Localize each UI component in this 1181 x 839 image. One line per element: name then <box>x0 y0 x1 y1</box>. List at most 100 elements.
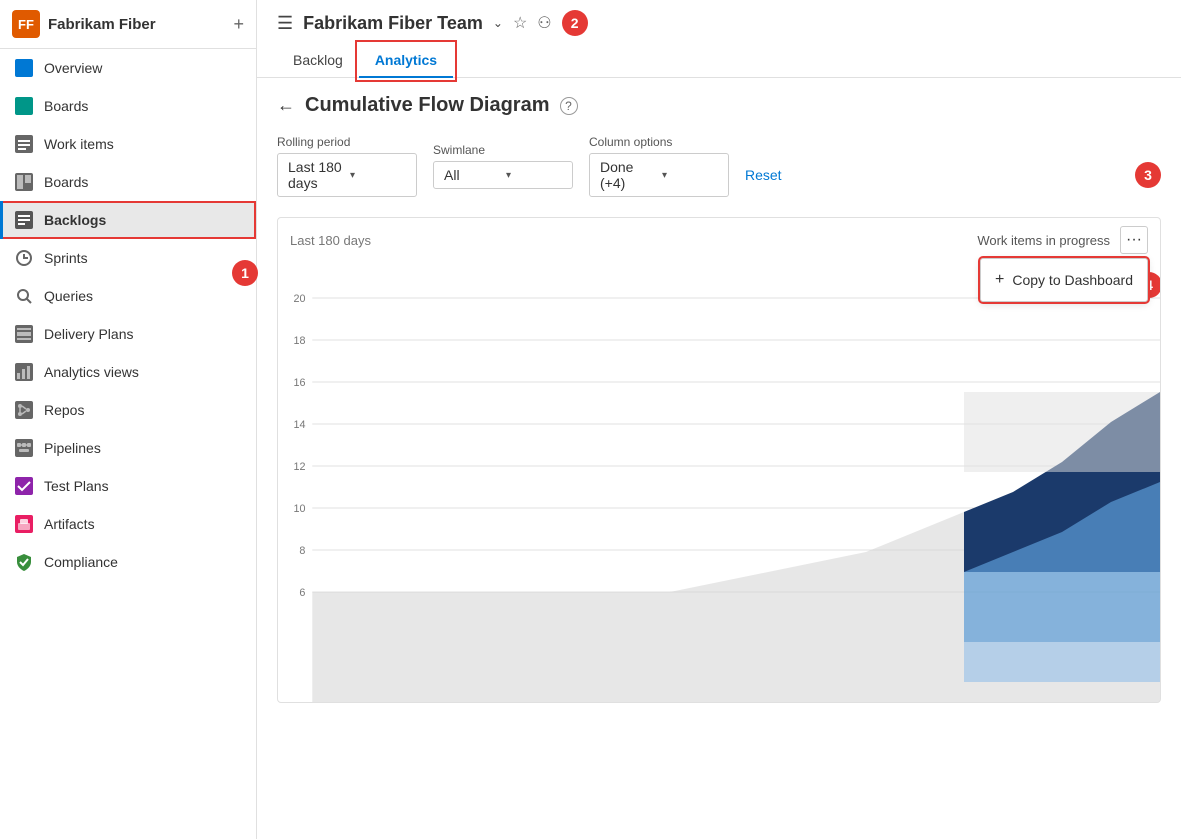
sidebar-item-label: Test Plans <box>44 478 109 494</box>
svg-text:10: 10 <box>293 503 305 515</box>
sidebar-item-analytics-views[interactable]: Analytics views <box>0 353 256 391</box>
sidebar-item-label: Repos <box>44 402 84 418</box>
page-body: ← Cumulative Flow Diagram ? Rolling peri… <box>257 78 1181 839</box>
sidebar-item-boards-header[interactable]: Boards <box>0 87 256 125</box>
sidebar-item-boards[interactable]: Boards <box>0 163 256 201</box>
work-items-icon <box>14 134 34 154</box>
sidebar-item-label: Boards <box>44 174 88 190</box>
sidebar-item-repos[interactable]: Repos <box>0 391 256 429</box>
test-plans-icon <box>14 476 34 496</box>
svg-text:20: 20 <box>293 293 305 305</box>
swimlane-label: Swimlane <box>433 143 573 157</box>
team-name: Fabrikam Fiber Team <box>303 13 483 34</box>
boards-section-icon <box>14 96 34 116</box>
tab-analytics[interactable]: Analytics <box>359 44 453 78</box>
sidebar-item-label: Analytics views <box>44 364 139 380</box>
hamburger-button[interactable]: ☰ <box>277 13 293 34</box>
main-content: ☰ Fabrikam Fiber Team ⌄ ☆ ⚇ 2 Backlog An… <box>257 0 1181 839</box>
column-options-value: Done (+4) <box>600 159 656 191</box>
work-items-label: Work items in progress <box>977 233 1110 248</box>
pipelines-icon <box>14 438 34 458</box>
copy-dropdown: + Copy to Dashboard <box>980 258 1148 302</box>
sidebar-item-work-items[interactable]: Work items <box>0 125 256 163</box>
more-options-icon: ··· <box>1126 231 1142 249</box>
svg-text:16: 16 <box>293 377 305 389</box>
sprints-icon <box>14 248 34 268</box>
copy-plus-icon: + <box>995 271 1004 289</box>
main-header: ☰ Fabrikam Fiber Team ⌄ ☆ ⚇ 2 Backlog An… <box>257 0 1181 78</box>
sidebar-item-sprints[interactable]: Sprints <box>0 239 256 277</box>
reset-button[interactable]: Reset <box>745 167 782 183</box>
copy-to-dashboard-button[interactable]: + Copy to Dashboard <box>981 263 1147 297</box>
svg-text:14: 14 <box>293 419 305 431</box>
sidebar-item-artifacts[interactable]: Artifacts <box>0 505 256 543</box>
filter-bar: Rolling period Last 180 days ▾ Swimlane … <box>277 135 1161 197</box>
favorite-icon[interactable]: ☆ <box>513 13 527 33</box>
rolling-period-label: Rolling period <box>277 135 417 149</box>
sidebar-item-label: Sprints <box>44 250 88 266</box>
sidebar-item-delivery-plans[interactable]: Delivery Plans <box>0 315 256 353</box>
sidebar-item-pipelines[interactable]: Pipelines <box>0 429 256 467</box>
more-options-button[interactable]: ··· <box>1120 226 1148 254</box>
sidebar-item-label: Overview <box>44 60 102 76</box>
swimlane-filter: Swimlane All ▾ <box>433 143 573 189</box>
header-top: ☰ Fabrikam Fiber Team ⌄ ☆ ⚇ 2 <box>277 10 1161 36</box>
sidebar-item-label: Compliance <box>44 554 118 570</box>
members-icon[interactable]: ⚇ <box>537 13 551 33</box>
sidebar-item-backlogs[interactable]: Backlogs <box>0 201 256 239</box>
add-project-button[interactable]: + <box>233 14 244 35</box>
sidebar-item-label: Delivery Plans <box>44 326 133 342</box>
column-options-filter: Column options Done (+4) ▾ <box>589 135 729 197</box>
sidebar-item-label: Pipelines <box>44 440 101 456</box>
swimlane-select[interactable]: All ▾ <box>433 161 573 189</box>
page-title-row: ← Cumulative Flow Diagram ? <box>277 94 1161 117</box>
page-title: Cumulative Flow Diagram <box>305 94 550 117</box>
team-chevron-icon[interactable]: ⌄ <box>493 16 503 30</box>
artifacts-icon <box>14 514 34 534</box>
column-options-label: Column options <box>589 135 729 149</box>
chart-area: 20 18 16 14 12 10 8 6 <box>278 262 1160 702</box>
step-badge-1-container: 1 <box>232 260 258 286</box>
step-badge-3: 3 <box>1135 162 1161 188</box>
sidebar-item-overview[interactable]: Overview <box>0 49 256 87</box>
step-badge-2: 2 <box>562 10 588 36</box>
help-icon[interactable]: ? <box>560 97 578 115</box>
sidebar-item-compliance[interactable]: Compliance <box>0 543 256 581</box>
sidebar-item-label: Backlogs <box>44 212 106 228</box>
rolling-period-filter: Rolling period Last 180 days ▾ <box>277 135 417 197</box>
tab-backlog[interactable]: Backlog <box>277 44 359 78</box>
sidebar-item-label: Artifacts <box>44 516 95 532</box>
sidebar-item-test-plans[interactable]: Test Plans <box>0 467 256 505</box>
chart-actions: Work items in progress ··· + Copy to Das… <box>977 226 1148 254</box>
rolling-period-value: Last 180 days <box>288 159 344 191</box>
sidebar-item-label: Boards <box>44 98 88 114</box>
app-name: Fabrikam Fiber <box>48 16 225 33</box>
sidebar-item-label: Queries <box>44 288 93 304</box>
svg-text:18: 18 <box>293 335 305 347</box>
column-options-select[interactable]: Done (+4) ▾ <box>589 153 729 197</box>
chart-top-bar: Last 180 days Work items in progress ···… <box>278 218 1160 262</box>
svg-text:8: 8 <box>299 545 305 557</box>
chart-container: Last 180 days Work items in progress ···… <box>277 217 1161 703</box>
back-button[interactable]: ← <box>277 95 295 116</box>
sidebar-header: FF Fabrikam Fiber + <box>0 0 256 49</box>
repos-icon <box>14 400 34 420</box>
rolling-period-select[interactable]: Last 180 days ▾ <box>277 153 417 197</box>
sidebar: FF Fabrikam Fiber + Overview Boards Work… <box>0 0 257 839</box>
svg-text:6: 6 <box>299 587 305 599</box>
backlogs-icon <box>14 210 34 230</box>
sidebar-item-queries[interactable]: Queries <box>0 277 256 315</box>
svg-text:12: 12 <box>293 461 305 473</box>
tab-bar: Backlog Analytics <box>277 44 1161 77</box>
column-options-caret-icon: ▾ <box>662 170 718 181</box>
app-logo: FF <box>12 10 40 38</box>
boards-icon <box>14 172 34 192</box>
step-badge-1: 1 <box>232 260 258 286</box>
compliance-icon <box>14 552 34 572</box>
queries-icon <box>14 286 34 306</box>
swimlane-caret-icon: ▾ <box>506 170 562 181</box>
chart-period-label: Last 180 days <box>290 233 371 248</box>
flow-diagram-svg: 20 18 16 14 12 10 8 6 <box>278 262 1160 702</box>
copy-to-dashboard-label: Copy to Dashboard <box>1012 272 1133 288</box>
analytics-views-icon <box>14 362 34 382</box>
